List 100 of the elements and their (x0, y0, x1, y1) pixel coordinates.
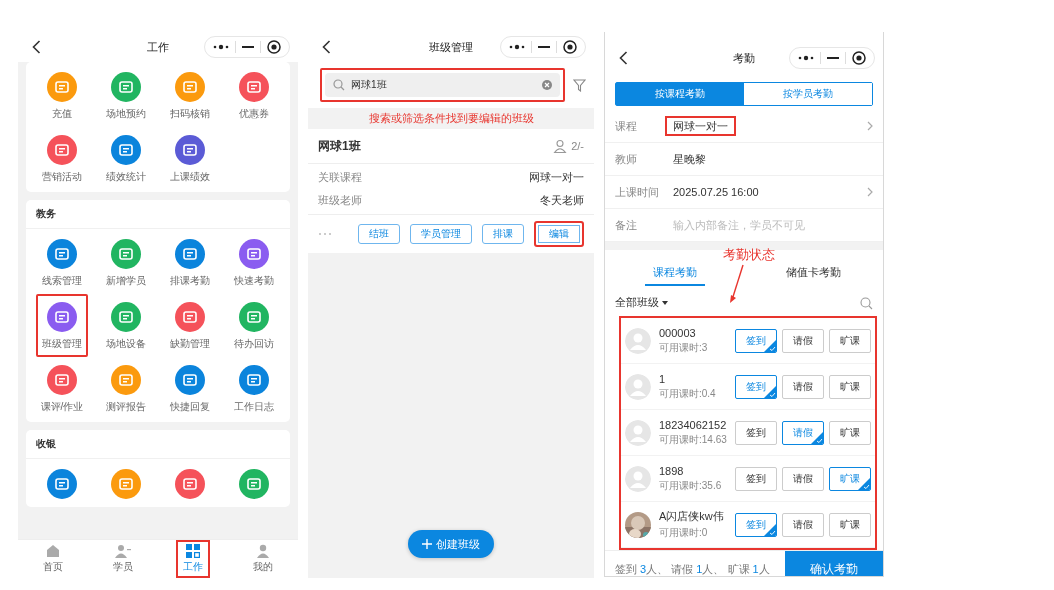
action-button[interactable]: 排课 (482, 224, 524, 244)
action-button[interactable]: 编辑 (534, 221, 584, 247)
field-value: 网球一对一 (665, 115, 736, 136)
status-option[interactable]: 请假 (782, 374, 824, 399)
status-option[interactable]: 旷课 (829, 512, 871, 537)
app-tile[interactable]: 营销活动 (36, 127, 88, 190)
field-value: 网球一对一 (529, 170, 584, 185)
status-option[interactable]: 签到 (735, 374, 777, 399)
person-icon (553, 139, 568, 153)
home-icon (46, 544, 60, 558)
search-field[interactable]: 网球1班 (320, 68, 565, 102)
status-option[interactable]: 旷课 (829, 420, 871, 445)
app-tile[interactable]: 线索管理 (36, 231, 88, 294)
app-tile[interactable]: 场地设备 (100, 294, 152, 357)
status-option[interactable]: 签到 (735, 466, 777, 491)
app-tile[interactable]: 优惠券 (228, 64, 280, 127)
available-hours: 可用课时:14.63 (659, 432, 728, 447)
target-icon[interactable] (563, 40, 577, 54)
more-icon[interactable] (798, 55, 814, 61)
person-icon (256, 544, 270, 558)
back-icon[interactable] (32, 40, 41, 54)
app-tile[interactable]: 场地预约 (100, 64, 152, 127)
status-option[interactable]: 请假 (782, 512, 824, 537)
field-label: 班级老师 (318, 193, 362, 208)
field-value: 2025.07.25 16:00 (672, 185, 760, 200)
check-corner-icon (764, 523, 776, 536)
check-corner-icon (764, 385, 776, 398)
confirm-button[interactable]: 确认考勤 (785, 551, 883, 576)
tab-bar-item[interactable]: 学员 (88, 540, 158, 578)
student-name: 18234062152 (659, 418, 728, 431)
annotation-text: 考勤状态 (723, 246, 775, 264)
plus-icon (422, 539, 432, 549)
student-name: A闪店侠kw伟 (659, 509, 725, 524)
class-filter[interactable]: 全部班级 (615, 296, 668, 310)
attendance-summary: 签到 3人、 请假 1人、 旷课 1人 (614, 561, 771, 576)
section-title: 收银 (26, 430, 290, 459)
status-option[interactable]: 请假 (782, 466, 824, 491)
annotation-text: 搜索或筛选条件找到要编辑的班级 (367, 111, 535, 126)
app-tile[interactable]: 课评/作业 (36, 357, 88, 420)
more-icon[interactable] (509, 44, 525, 50)
page-title: 考勤 (733, 50, 755, 66)
available-hours: 可用课时:35.6 (659, 478, 723, 493)
action-button[interactable]: 结班 (358, 224, 400, 244)
student-name: 1898 (659, 464, 685, 477)
tab[interactable]: 储值卡考勤 (778, 266, 849, 286)
student-name: 1 (659, 372, 667, 385)
status-option[interactable]: 请假 (782, 328, 824, 353)
check-corner-icon (858, 477, 870, 490)
clear-icon[interactable] (542, 80, 552, 90)
back-icon[interactable] (619, 51, 628, 65)
status-option[interactable]: 签到 (735, 512, 777, 537)
section-title: 教务 (26, 200, 290, 229)
app-tile[interactable]: 绩效统计 (100, 127, 152, 190)
status-option[interactable]: 签到 (735, 328, 777, 353)
field-label: 课程 (615, 118, 638, 134)
field-value: 冬天老师 (540, 193, 584, 208)
status-option[interactable]: 旷课 (829, 328, 871, 353)
minimize-icon[interactable] (538, 45, 550, 49)
app-tile[interactable]: 新增学员 (100, 231, 152, 294)
app-tile[interactable]: 快速考勤 (228, 231, 280, 294)
target-icon[interactable] (267, 40, 281, 54)
page-title: 工作 (147, 39, 169, 55)
app-tile[interactable]: 缺勤管理 (164, 294, 216, 357)
field-label: 关联课程 (318, 170, 362, 185)
back-icon[interactable] (322, 40, 331, 54)
avatar-icon (625, 327, 651, 354)
app-tile[interactable]: 扫码核销 (164, 64, 216, 127)
app-tile[interactable]: 上课绩效 (164, 127, 216, 190)
filter-icon[interactable] (573, 78, 586, 92)
status-option[interactable]: 旷课 (829, 466, 871, 491)
app-tile[interactable]: 排课考勤 (164, 231, 216, 294)
available-hours: 可用课时:0.4 (659, 386, 717, 401)
available-hours: 可用课时:0 (659, 526, 709, 540)
avatar-icon (625, 373, 651, 400)
status-option[interactable]: 请假 (782, 420, 824, 445)
status-option[interactable]: 旷课 (829, 374, 871, 399)
target-icon[interactable] (852, 51, 866, 65)
app-tile[interactable]: 充值 (36, 64, 88, 127)
app-tile[interactable]: 待办回访 (228, 294, 280, 357)
grid-icon (186, 544, 200, 558)
field-value: 星晚黎 (672, 151, 707, 167)
tab-bar-item[interactable]: 我的 (228, 540, 298, 578)
app-tile[interactable]: 测评报告 (100, 357, 152, 420)
mode-tab[interactable]: 按课程考勤 (616, 83, 744, 105)
action-button[interactable]: 学员管理 (410, 224, 472, 244)
app-tile[interactable]: 班级管理 (36, 294, 88, 357)
avatar-icon (625, 419, 651, 446)
student-name: 000003 (659, 326, 697, 339)
app-tile[interactable]: 工作日志 (228, 357, 280, 420)
tab-bar-item[interactable]: 工作 (176, 540, 210, 578)
check-corner-icon (764, 339, 776, 352)
status-option[interactable]: 签到 (735, 420, 777, 445)
app-tile[interactable]: 快捷回复 (164, 357, 216, 420)
page-title: 班级管理 (429, 39, 473, 55)
minimize-icon[interactable] (827, 56, 839, 60)
minimize-icon[interactable] (242, 45, 254, 49)
more-icon[interactable] (213, 44, 229, 50)
tab[interactable]: 课程考勤 (644, 266, 705, 286)
create-button[interactable]: 创建班级 (408, 530, 494, 558)
tab-bar-item[interactable]: 首页 (18, 540, 88, 578)
